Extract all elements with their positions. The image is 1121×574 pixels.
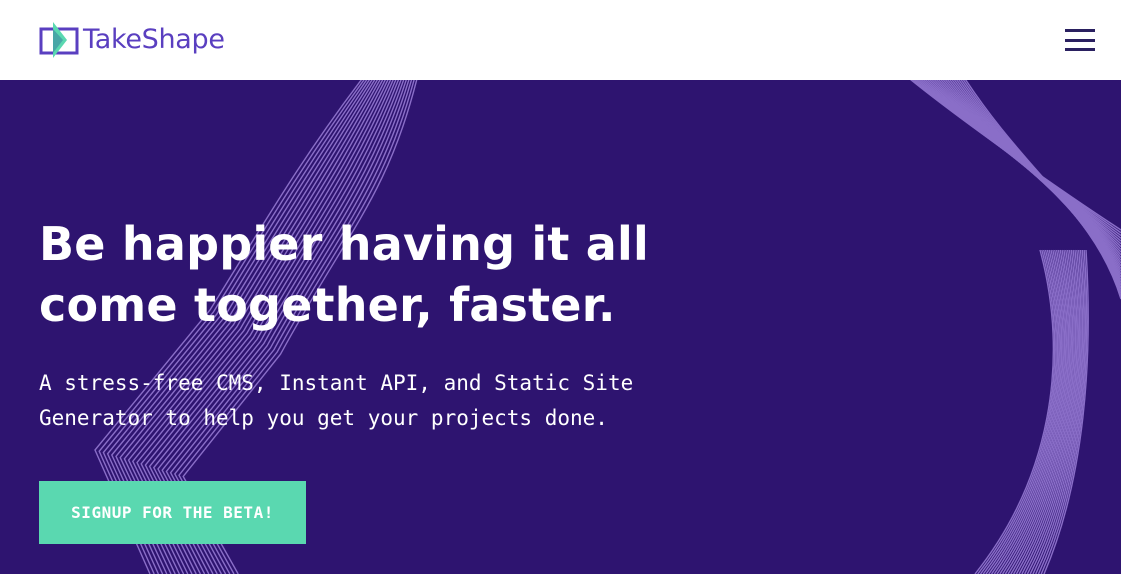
hero-section: Be happier having it all come together, … (0, 80, 1121, 574)
headline-line: come together, faster. (39, 278, 616, 332)
hero-headline: Be happier having it all come together, … (39, 214, 679, 336)
menu-bar (1065, 29, 1095, 32)
takeshape-logo-icon (39, 22, 79, 58)
decorative-line (944, 80, 1121, 574)
menu-bar (1065, 48, 1095, 51)
takeshape-logo[interactable]: TakeShape (39, 22, 225, 58)
menu-bar (1065, 38, 1095, 42)
decorative-line (933, 80, 1121, 574)
subtitle-line: A stress-free CMS, Instant API, and Stat… (39, 371, 634, 395)
signup-beta-button[interactable]: SIGNUP FOR THE BETA! (39, 481, 306, 544)
subtitle-line: Generator to help you get your projects … (39, 406, 608, 430)
top-navigation-bar: TakeShape (0, 0, 1121, 80)
hamburger-menu-icon[interactable] (1063, 28, 1097, 52)
brand-name: TakeShape (83, 24, 225, 55)
decorative-line (956, 80, 1121, 574)
hero-subtitle: A stress-free CMS, Instant API, and Stat… (39, 366, 719, 436)
headline-line: Be happier having it all (39, 217, 649, 271)
